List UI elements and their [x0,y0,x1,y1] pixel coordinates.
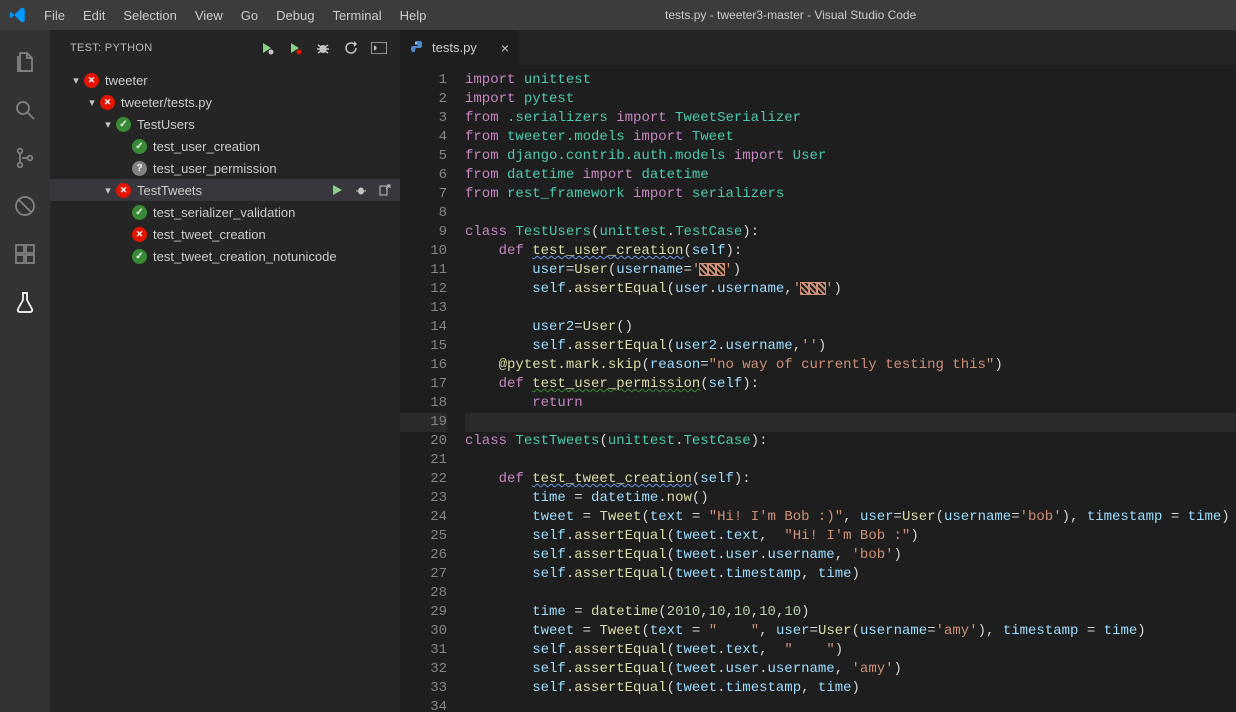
run-icon[interactable] [328,181,346,199]
tree-row-tweeter-tests-py[interactable]: tweeter/tests.py [50,91,400,113]
activity-tests-icon[interactable] [0,278,50,326]
tree-row-test-user-permission[interactable]: test_user_permission [50,157,400,179]
menu-debug[interactable]: Debug [267,0,323,30]
tree-label: tweeter [105,73,148,88]
open-file-icon[interactable] [376,181,394,199]
run-failed-icon[interactable] [286,39,304,57]
menu-view[interactable]: View [186,0,232,30]
tree-label: TestTweets [137,183,202,198]
tree-label: test_tweet_creation [153,227,266,242]
tree-row-testusers[interactable]: TestUsers [50,113,400,135]
code-area[interactable]: import unittestimport pytestfrom .serial… [465,65,1236,712]
tree-label: TestUsers [137,117,195,132]
menu-edit[interactable]: Edit [74,0,114,30]
tree-row-testtweets[interactable]: TestTweets [50,179,400,201]
show-output-icon[interactable] [370,39,388,57]
activity-scm-icon[interactable] [0,134,50,182]
activity-search-icon[interactable] [0,86,50,134]
status-pass-icon [132,249,147,264]
tree-row-test-serializer-validation[interactable]: test_serializer_validation [50,201,400,223]
menubar: FileEditSelectionViewGoDebugTerminalHelp [35,0,435,30]
status-pass-icon [132,205,147,220]
menu-terminal[interactable]: Terminal [323,0,390,30]
status-fail-icon [116,183,131,198]
sidebar: TEST: PYTHON tweeter tweeter/tests.py Test… [50,30,400,712]
test-tree: tweeter tweeter/tests.py TestUsers test_use… [50,65,400,712]
activity-extensions-icon[interactable] [0,230,50,278]
tree-label: tweeter/tests.py [121,95,212,110]
status-unknown-icon [132,161,147,176]
status-fail-icon [100,95,115,110]
tab-filename: tests.py [432,40,477,55]
sidebar-header: TEST: PYTHON [50,30,400,65]
menu-file[interactable]: File [35,0,74,30]
tab-tests-py[interactable]: tests.py × [400,30,520,65]
gutter: 1234567891011121314151617181920212223242… [400,65,465,712]
activity-bar [0,30,50,712]
debug-icon[interactable] [314,39,332,57]
status-pass-icon [116,117,131,132]
status-fail-icon [132,227,147,242]
editor[interactable]: 1234567891011121314151617181920212223242… [400,65,1236,712]
menu-help[interactable]: Help [391,0,436,30]
editor-group: tests.py × 12345678910111213141516171819… [400,30,1236,712]
python-file-icon [410,40,426,56]
status-fail-icon [84,73,99,88]
sidebar-title: TEST: PYTHON [70,42,258,54]
twisty-icon[interactable] [86,96,98,109]
menu-go[interactable]: Go [232,0,267,30]
tree-row-tweeter[interactable]: tweeter [50,69,400,91]
refresh-icon[interactable] [342,39,360,57]
twisty-icon[interactable] [70,74,82,87]
status-pass-icon [132,139,147,154]
editor-tabs: tests.py × [400,30,1236,65]
vscode-logo-icon [0,6,35,24]
activity-files-icon[interactable] [0,38,50,86]
tree-label: test_tweet_creation_notunicode [153,249,337,264]
twisty-icon[interactable] [102,118,114,131]
window-title: tests.py - tweeter3-master - Visual Stud… [435,8,1236,22]
debug-icon[interactable] [352,181,370,199]
sidebar-actions [258,39,388,57]
twisty-icon[interactable] [102,184,114,197]
close-tab-icon[interactable]: × [501,40,509,56]
tree-row-test-tweet-creation-notunicode[interactable]: test_tweet_creation_notunicode [50,245,400,267]
tree-label: test_serializer_validation [153,205,295,220]
menu-selection[interactable]: Selection [114,0,185,30]
tree-row-test-tweet-creation[interactable]: test_tweet_creation [50,223,400,245]
run-all-icon[interactable] [258,39,276,57]
titlebar: FileEditSelectionViewGoDebugTerminalHelp… [0,0,1236,30]
tree-label: test_user_creation [153,139,260,154]
activity-debug-icon[interactable] [0,182,50,230]
tree-label: test_user_permission [153,161,277,176]
tree-row-test-user-creation[interactable]: test_user_creation [50,135,400,157]
